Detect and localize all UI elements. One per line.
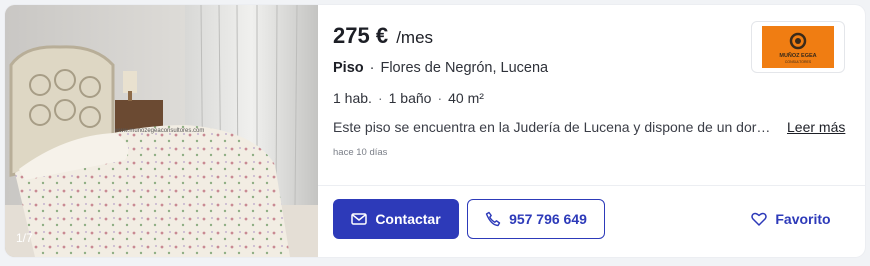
heart-icon — [751, 212, 768, 226]
phone-button[interactable]: 957 796 649 — [467, 199, 605, 239]
price-period: /mes — [396, 28, 434, 47]
phone-icon — [485, 211, 501, 227]
listing-actions: Contactar 957 796 649 Favorito — [333, 199, 865, 239]
agency-logo[interactable]: MUÑOZ EGEA CONSULTORES — [751, 21, 845, 73]
price-amount: 275 € — [333, 23, 389, 48]
listing-price[interactable]: 275 € /mes — [333, 23, 433, 49]
feature-separator: · — [437, 90, 443, 106]
bedroom-photo-image: www.munozegeaconsultores.com — [5, 5, 318, 257]
agency-logo-sub: CONSULTORES — [785, 60, 812, 64]
title-separator: · — [369, 60, 375, 76]
agency-logo-name: MUÑOZ EGEA — [779, 52, 816, 59]
listing-details: 275 € /mes MUÑOZ EGEA CONSULTORES Piso · F… — [333, 5, 865, 185]
phone-button-label: 957 796 649 — [509, 211, 587, 227]
feature-rooms: 1 hab. — [333, 90, 372, 106]
feature-area: 40 m² — [448, 90, 484, 106]
listing-features: 1 hab. · 1 baño · 40 m² — [333, 90, 484, 106]
listing-card[interactable]: www.munozegeaconsultores.com 1/7 275 € /… — [5, 5, 865, 257]
envelope-icon — [351, 213, 368, 225]
contact-button[interactable]: Contactar — [333, 199, 459, 239]
photo-watermark: www.munozegeaconsultores.com — [114, 128, 204, 134]
listing-title[interactable]: Piso · Flores de Negrón, Lucena — [333, 60, 548, 76]
listing-photo[interactable]: www.munozegeaconsultores.com 1/7 — [5, 5, 318, 257]
favorite-button-label: Favorito — [775, 211, 831, 227]
property-type: Piso — [333, 60, 364, 76]
property-location: Flores de Negrón, Lucena — [380, 60, 549, 76]
agency-logo-image: MUÑOZ EGEA CONSULTORES — [762, 26, 834, 68]
description-text: Este piso se encuentra en la Judería de … — [333, 119, 771, 135]
card-divider — [318, 185, 865, 186]
favorite-button[interactable]: Favorito — [741, 199, 841, 239]
feature-separator: · — [377, 90, 383, 106]
listing-description: Este piso se encuentra en la Judería de … — [333, 119, 853, 135]
photo-counter: 1/7 — [16, 231, 33, 245]
feature-bathrooms: 1 baño — [388, 90, 432, 106]
published-date: hace 10 días — [333, 147, 388, 158]
read-more-link[interactable]: Leer más — [787, 119, 845, 135]
contact-button-label: Contactar — [375, 211, 441, 227]
